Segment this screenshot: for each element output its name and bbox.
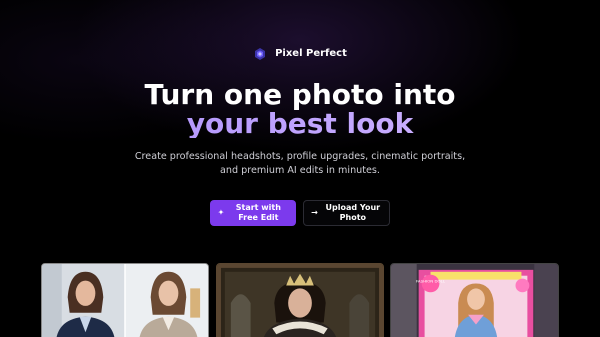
headline-line-1: Turn one photo into xyxy=(144,78,456,111)
headshot-image xyxy=(42,264,208,337)
fashion-doll-image: FASHION DOLL xyxy=(391,264,558,337)
doll-box-label: FASHION DOLL xyxy=(416,279,446,284)
upload-photo-button[interactable]: → Upload Your Photo xyxy=(303,200,390,226)
hero-subtitle: Create professional headshots, profile u… xyxy=(134,151,466,176)
headline-line-2: your best look xyxy=(0,109,600,138)
gallery-card-fashion-doll[interactable]: FASHION DOLL xyxy=(390,263,559,337)
royal-portrait-image xyxy=(217,264,383,337)
start-free-edit-label: Start with Free Edit xyxy=(235,203,281,222)
gallery-card-headshot[interactable] xyxy=(41,263,209,337)
sparkle-icon: ✦ xyxy=(217,208,225,217)
hero-headline: Turn one photo into your best look xyxy=(0,80,600,138)
gallery-card-royal-portrait[interactable] xyxy=(216,263,384,337)
brand-name: Pixel Perfect xyxy=(275,47,347,59)
camera-icon xyxy=(253,46,267,60)
brand[interactable]: Pixel Perfect xyxy=(0,46,600,60)
arrow-right-icon: → xyxy=(311,208,318,217)
upload-photo-label: Upload Your Photo xyxy=(325,203,381,222)
start-free-edit-button[interactable]: ✦ Start with Free Edit xyxy=(210,200,296,226)
